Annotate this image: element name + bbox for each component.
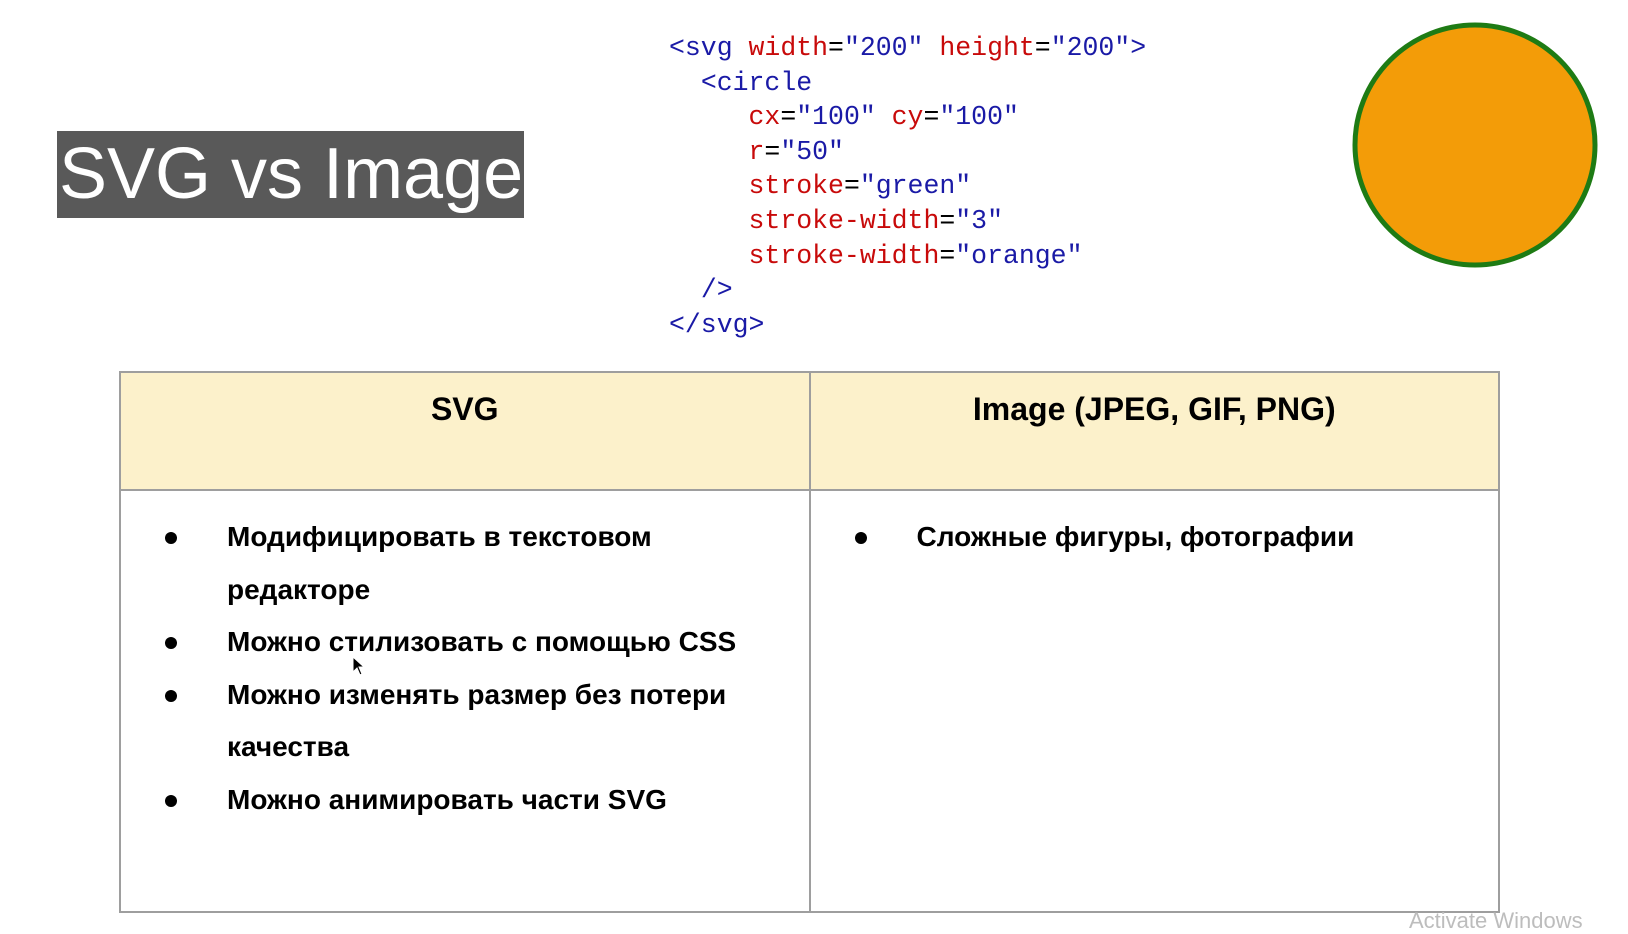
- code-token: <circle: [700, 67, 813, 98]
- bullet-icon: [165, 637, 177, 649]
- code-line: stroke-width="3": [669, 204, 1146, 239]
- circle-illustration: [1345, 18, 1605, 278]
- bullet-icon: [165, 532, 177, 544]
- code-token: =: [939, 240, 956, 271]
- code-token: =: [764, 136, 781, 167]
- code-token: =: [1034, 33, 1051, 63]
- orange-circle-svg: [1352, 22, 1598, 268]
- code-token: =: [828, 33, 844, 63]
- code-token: stroke: [748, 171, 844, 202]
- code-line: />: [669, 273, 1146, 308]
- code-token: cy: [891, 102, 924, 133]
- header-image-label: Image (JPEG, GIF, PNG): [972, 391, 1336, 427]
- list-item: Можно изменять размер без потери качеств…: [165, 669, 769, 774]
- list-item: Можно анимировать части SVG: [165, 774, 769, 827]
- code-token: =: [923, 102, 940, 133]
- code-line: cx="100" cy="100": [669, 100, 1146, 135]
- code-token: height: [939, 33, 1035, 63]
- code-token: />: [700, 275, 733, 306]
- code-token: r: [748, 136, 765, 167]
- image-cell: Сложные фигуры, фотографии: [808, 489, 1500, 913]
- bullet-icon: [165, 794, 177, 807]
- list-item-text: Можно стилизовать с помощью CSS: [227, 626, 737, 657]
- code-line: </svg>: [669, 308, 1146, 343]
- code-token: <svg: [669, 33, 749, 63]
- code-line: <svg width="200" height="200">: [669, 31, 1146, 66]
- mouse-cursor-icon: [352, 656, 366, 676]
- header-svg-label: SVG: [430, 391, 499, 427]
- code-token: cx: [748, 102, 781, 133]
- code-token: =: [780, 102, 797, 133]
- code-token: "200": [843, 33, 940, 63]
- slide: SVG vs Image <svg width="200" height="20…: [0, 0, 1628, 933]
- list-item: Модифицировать в текстовом редакторе: [165, 511, 769, 616]
- code-line: stroke="green": [669, 169, 1146, 204]
- comparison-table: SVG Image (JPEG, GIF, PNG) Модифицироват…: [119, 371, 1500, 913]
- svg-points-list: Модифицировать в текстовом редакторе Мож…: [121, 491, 809, 826]
- code-line: <circle: [669, 66, 1146, 101]
- table-header-row: SVG Image (JPEG, GIF, PNG): [119, 371, 1500, 491]
- table-row: Модифицировать в текстовом редакторе Мож…: [119, 489, 1500, 913]
- list-item-text: Модифицировать в текстовом редакторе: [227, 521, 652, 605]
- bullet-icon: [165, 689, 177, 702]
- list-item-text: Сложные фигуры, фотографии: [916, 521, 1355, 552]
- list-item-text: Можно изменять размер без потери качеств…: [227, 678, 727, 763]
- activate-windows-watermark: Activate Windows: [1409, 908, 1583, 933]
- code-token: width: [748, 33, 829, 63]
- code-token: </svg>: [669, 309, 765, 340]
- code-line: r="50": [669, 135, 1146, 170]
- code-token: "100": [796, 102, 892, 133]
- slide-title: SVG vs Image: [57, 131, 525, 218]
- list-item: Сложные фигуры, фотографии: [854, 511, 1459, 564]
- bullet-icon: [854, 532, 867, 544]
- code-token: "orange": [955, 240, 1083, 271]
- code-token: =: [843, 171, 860, 202]
- code-token: =: [939, 205, 956, 236]
- code-token: "200">: [1050, 33, 1147, 63]
- code-token: "3": [955, 205, 1003, 236]
- list-item: Можно стилизовать с помощью CSS: [165, 616, 769, 669]
- code-snippet: <svg width="200" height="200"> <circle c…: [669, 31, 1146, 342]
- header-image: Image (JPEG, GIF, PNG): [808, 371, 1500, 491]
- code-token: "100": [939, 102, 1019, 133]
- list-item-text: Можно анимировать части SVG: [227, 783, 667, 815]
- svg-cell: Модифицировать в текстовом редакторе Мож…: [119, 489, 811, 913]
- code-token: "50": [780, 136, 844, 167]
- image-points-list: Сложные фигуры, фотографии: [811, 491, 1499, 564]
- code-token: stroke-width: [748, 205, 940, 236]
- code-token: "green": [859, 171, 972, 202]
- orange-circle: [1352, 22, 1598, 268]
- header-svg: SVG: [119, 371, 811, 491]
- code-line: stroke-width="orange": [669, 239, 1146, 274]
- code-token: stroke-width: [748, 240, 940, 271]
